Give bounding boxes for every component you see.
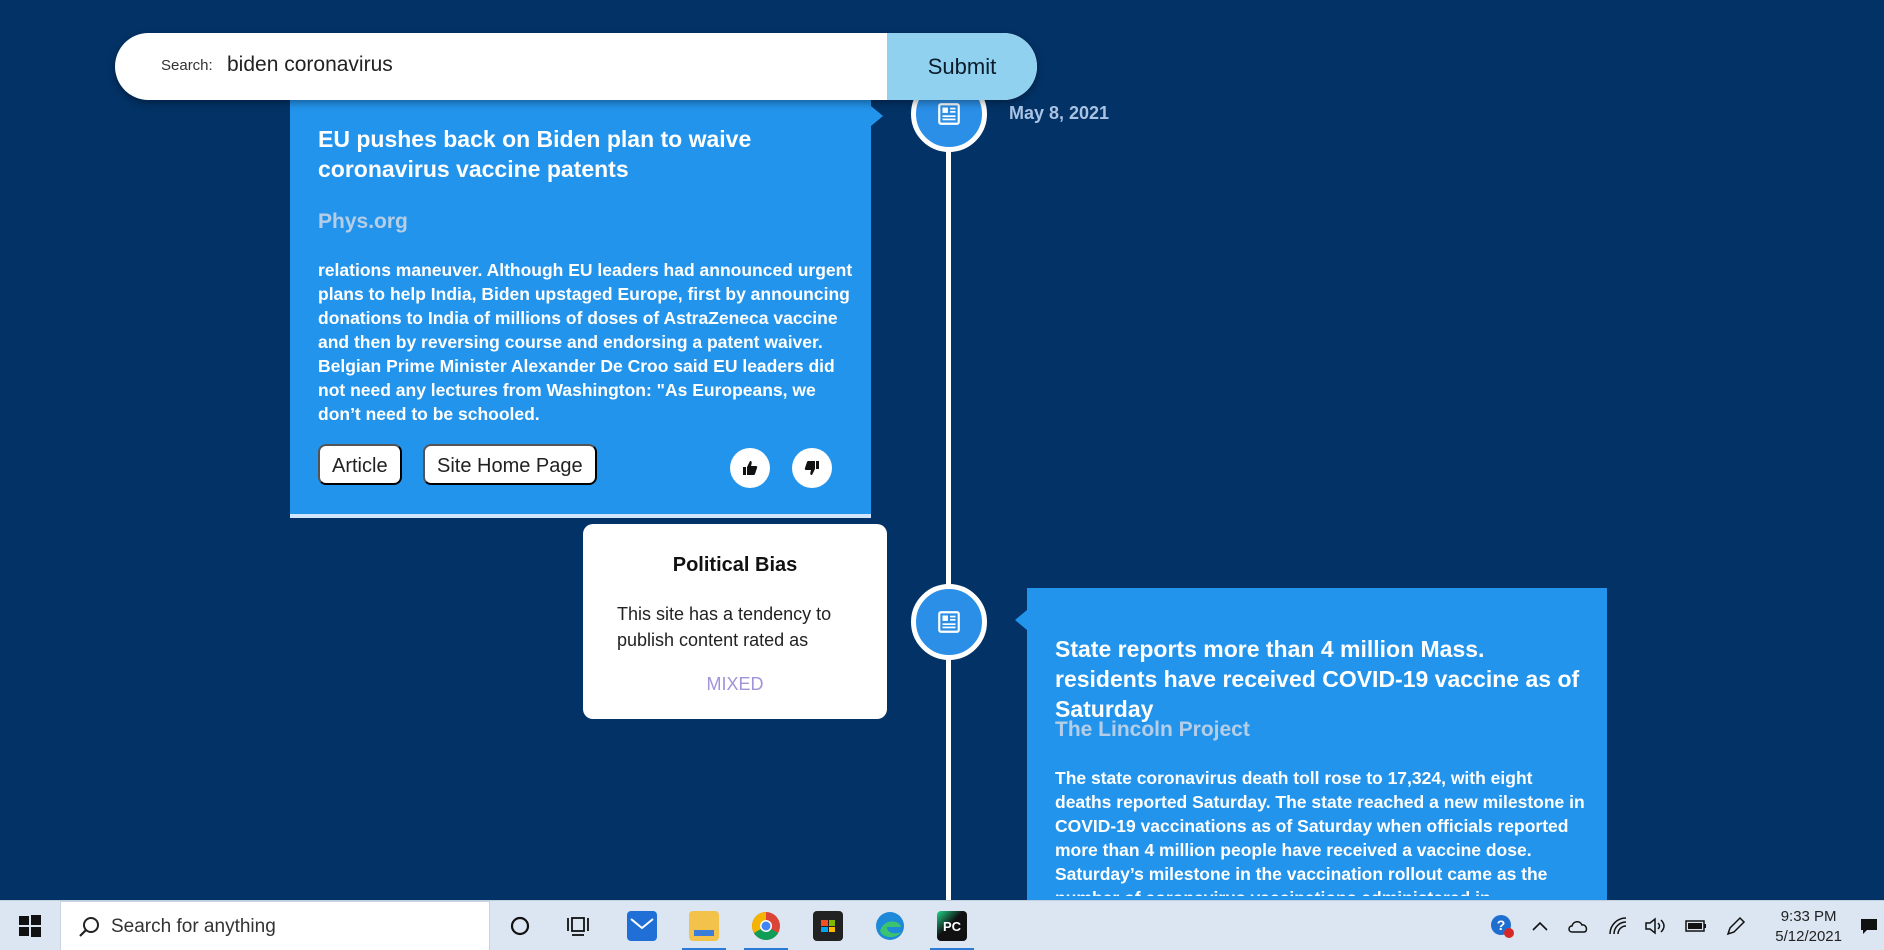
mail-icon [627,911,657,941]
newspaper-icon [938,611,960,633]
cortana-button[interactable] [494,901,546,950]
wifi-button[interactable] [1600,901,1636,950]
file-explorer-button[interactable] [678,901,730,950]
notification-icon [1861,919,1877,934]
battery-icon [1685,920,1706,932]
chrome-button[interactable] [740,901,792,950]
help-button[interactable]: ? [1484,901,1520,950]
volume-button[interactable] [1638,901,1674,950]
pen-icon [1726,916,1746,936]
date-label: May 8, 2021 [1009,103,1110,123]
thumbs-up-button[interactable] [730,448,770,488]
wifi-icon [1609,917,1627,935]
taskbar-clock[interactable]: 9:33 PM 5/12/2021 [1775,907,1842,947]
task-view-icon [567,917,589,936]
card-source: The Lincoln Project [1055,718,1250,741]
thumbs-up-icon [743,461,758,475]
search-label: Search: [161,57,213,74]
store-button[interactable] [802,901,854,950]
start-button[interactable] [0,901,60,950]
search-bar: Search: Submit [115,33,1037,100]
edge-button[interactable] [864,901,916,950]
bias-text: This site has a tendency to publish cont… [617,604,832,650]
thumbs-down-button[interactable] [792,448,832,488]
bias-rating: MIXED [706,674,764,694]
mail-button[interactable] [616,901,668,950]
cortana-icon [510,916,530,936]
bias-title: Political Bias [672,554,798,576]
pen-button[interactable] [1718,901,1754,950]
notifications-button[interactable] [1854,901,1884,950]
site-home-page-button[interactable]: Site Home Page [423,444,597,485]
thumbs-down-icon [804,461,819,475]
onedrive-button[interactable] [1560,901,1596,950]
pycharm-icon: PC [937,911,967,941]
file-explorer-icon [689,911,719,941]
task-view-button[interactable] [552,901,604,950]
windows-icon [19,915,41,937]
cloud-icon [1568,921,1588,933]
volume-icon [1645,917,1665,935]
political-bias-panel: Political Bias This site has a tendency … [583,524,887,719]
news-card: State reports more than 4 million Mass. … [1015,588,1607,908]
edge-icon [876,912,904,940]
taskbar-search[interactable]: Search for anything [60,901,490,950]
chrome-icon [752,912,780,940]
battery-button[interactable] [1678,901,1714,950]
search-input[interactable] [227,45,987,85]
help-icon: ? [1491,915,1514,938]
show-hidden-icons-button[interactable] [1522,901,1558,950]
article-button[interactable]: Article [318,444,402,485]
timeline-node [911,584,987,660]
newspaper-icon [938,103,960,125]
svg-text:?: ? [1497,917,1506,933]
search-icon [79,917,99,937]
card-body: The state coronavirus death toll rose to… [1055,768,1585,896]
store-icon [813,911,843,941]
taskbar-search-placeholder: Search for anything [111,916,276,937]
card-title: State reports more than 4 million Mass. … [1055,636,1580,722]
clock-time: 9:33 PM [1780,908,1837,925]
pycharm-button[interactable]: PC [926,901,978,950]
card-body: relations maneuver. Although EU leaders … [318,260,853,424]
timeline-line [946,100,951,905]
card-title: EU pushes back on Biden plan to waive co… [318,126,752,182]
chevron-up-icon [1532,921,1548,931]
card-source: Phys.org [318,210,408,233]
submit-button[interactable]: Submit [887,33,1037,100]
taskbar: Search for anything PC ? 9:33 PM 5/12/20… [0,900,1884,950]
news-card: EU pushes back on Biden plan to waive co… [290,100,883,518]
clock-date: 5/12/2021 [1775,928,1842,945]
